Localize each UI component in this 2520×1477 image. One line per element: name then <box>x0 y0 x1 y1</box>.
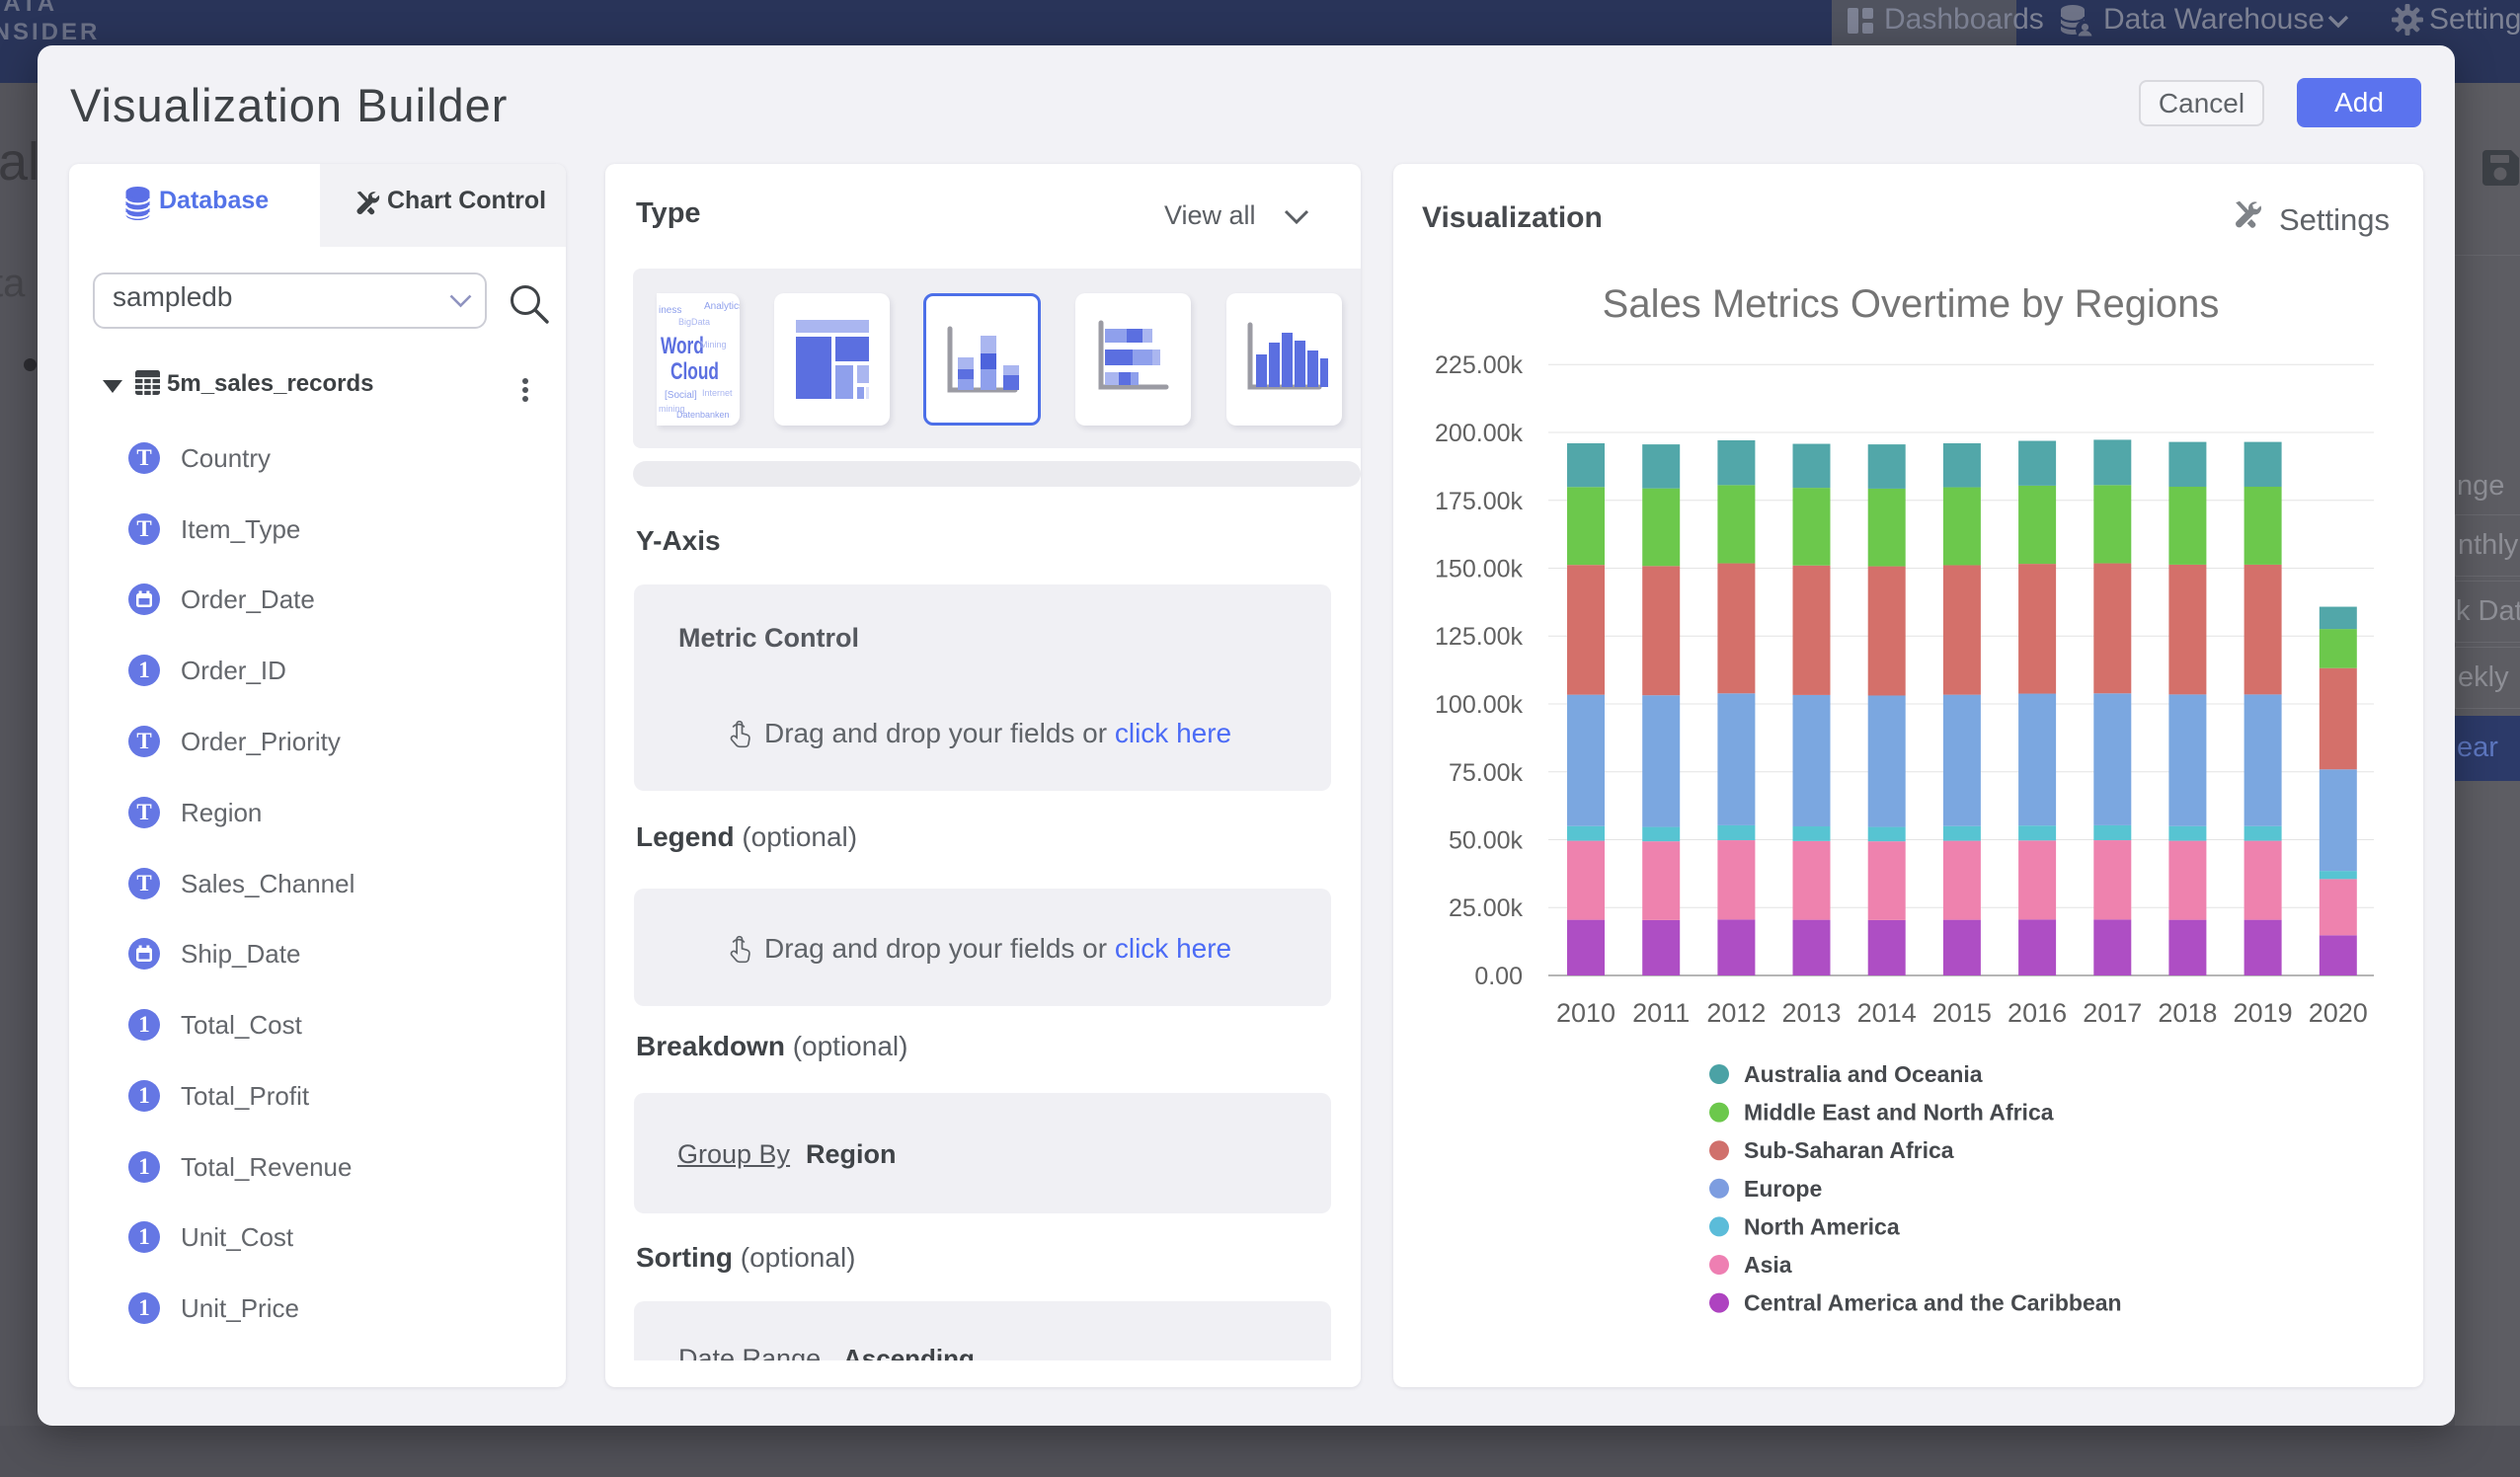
svg-text:Australia and Oceania: Australia and Oceania <box>1744 1061 1983 1087</box>
svg-text:200.00k: 200.00k <box>1435 420 1523 447</box>
svg-text:75.00k: 75.00k <box>1449 759 1524 787</box>
svg-text:2017: 2017 <box>2083 998 2142 1028</box>
svg-text:2015: 2015 <box>1932 998 1992 1028</box>
svg-text:2014: 2014 <box>1857 998 1917 1028</box>
svg-text:50.00k: 50.00k <box>1449 827 1524 855</box>
svg-text:Sales Metrics Overtime by Regi: Sales Metrics Overtime by Regions <box>1603 282 2220 326</box>
svg-text:150.00k: 150.00k <box>1435 556 1523 583</box>
svg-text:25.00k: 25.00k <box>1449 894 1524 922</box>
svg-text:2010: 2010 <box>1556 998 1615 1028</box>
svg-text:2020: 2020 <box>2309 998 2368 1028</box>
svg-text:125.00k: 125.00k <box>1435 623 1523 651</box>
svg-text:2018: 2018 <box>2158 998 2217 1028</box>
svg-text:North America: North America <box>1744 1213 1900 1239</box>
svg-text:Asia: Asia <box>1744 1252 1792 1278</box>
svg-text:100.00k: 100.00k <box>1435 691 1523 719</box>
svg-text:2016: 2016 <box>2008 998 2067 1028</box>
svg-text:2013: 2013 <box>1781 998 1841 1028</box>
svg-text:0.00: 0.00 <box>1474 963 1523 990</box>
svg-text:Europe: Europe <box>1744 1176 1822 1202</box>
svg-text:Sub-Saharan Africa: Sub-Saharan Africa <box>1744 1137 1954 1163</box>
svg-text:Middle East and North Africa: Middle East and North Africa <box>1744 1100 2054 1126</box>
svg-text:2011: 2011 <box>1632 998 1690 1028</box>
svg-text:Central America and the Caribb: Central America and the Caribbean <box>1744 1290 2122 1316</box>
svg-text:2012: 2012 <box>1706 998 1766 1028</box>
svg-text:2019: 2019 <box>2234 998 2293 1028</box>
svg-text:175.00k: 175.00k <box>1435 488 1523 515</box>
svg-text:225.00k: 225.00k <box>1435 351 1523 379</box>
